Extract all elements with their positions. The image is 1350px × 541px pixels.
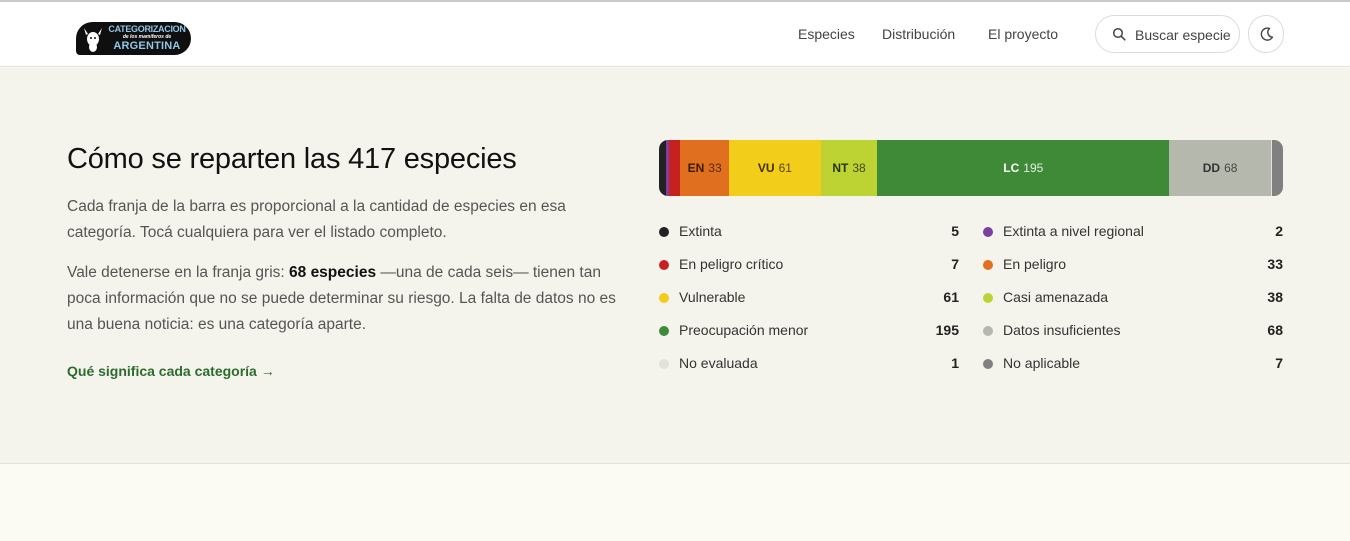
search-icon	[1112, 27, 1126, 41]
legend-item-ex[interactable]: Extinta 5	[659, 222, 959, 242]
intro-paragraph: Cada franja de la barra es proporcional …	[67, 198, 566, 241]
site-header: CATEGORIZACION de los mamíferos de ARGEN…	[0, 2, 1350, 67]
dd-count-highlight: 68 especies	[289, 264, 377, 281]
legend-label: Vulnerable	[679, 289, 746, 305]
bar-segment-count: 195	[1023, 161, 1044, 175]
legend-item-vu[interactable]: Vulnerable 61	[659, 288, 959, 308]
section-title: Cómo se reparten las 417 especies	[67, 143, 517, 175]
bar-segment-code: DD	[1202, 161, 1221, 175]
legend-label: Preocupación menor	[679, 322, 809, 338]
bar-segment-count: 68	[1224, 161, 1238, 175]
moon-icon	[1260, 27, 1274, 41]
legend-item-en[interactable]: En peligro 33	[983, 255, 1283, 275]
legend-label: En peligro crítico	[679, 256, 784, 272]
bar-segment-vu[interactable]: VU 61	[729, 140, 821, 196]
legend-item-nt[interactable]: Casi amenazada 38	[983, 288, 1283, 308]
legend-label: Datos insuficientes	[1003, 322, 1121, 338]
site-logo[interactable]: CATEGORIZACION de los mamíferos de ARGEN…	[76, 22, 191, 55]
legend-label: No aplicable	[1003, 355, 1081, 371]
legend-count: 5	[951, 223, 959, 239]
legend-count: 2	[1275, 223, 1283, 239]
legend-dot	[659, 293, 669, 303]
legend-count: 61	[943, 289, 959, 305]
legend-label: Extinta	[679, 223, 722, 239]
legend-count: 195	[935, 322, 959, 338]
category-stacked-bar: EN 33 VU 61 NT 38 LC 195 DD 68	[659, 140, 1283, 196]
legend-count: 1	[951, 355, 959, 371]
bar-segment-lc[interactable]: LC 195	[877, 140, 1170, 196]
bar-segment-code: VU	[757, 161, 775, 175]
data-deficient-paragraph: Vale detenerse en la franja gris: 68 esp…	[67, 260, 627, 338]
legend-label: En peligro	[1003, 256, 1067, 272]
dd-text-pre: Vale detenerse en la franja gris:	[67, 264, 290, 281]
bar-segment-count: 38	[852, 161, 866, 175]
bar-segment-cr[interactable]	[669, 140, 680, 196]
bar-segment-code: LC	[1003, 161, 1020, 175]
logo-line-1: CATEGORIZACION	[108, 24, 186, 34]
legend-count: 7	[951, 256, 959, 272]
bar-segment-na[interactable]	[1272, 140, 1283, 196]
legend-item-ne[interactable]: No evaluada 1	[659, 354, 959, 374]
legend-count: 7	[1275, 355, 1283, 371]
legend-label: Casi amenazada	[1003, 289, 1109, 305]
legend-count: 33	[1267, 256, 1283, 272]
legend-dot	[659, 359, 669, 369]
distribution-section: Cómo se reparten las 417 especies Cada f…	[0, 68, 1350, 464]
bar-segment-dd[interactable]: DD 68	[1169, 140, 1271, 196]
categories-meaning-link[interactable]: Qué significa cada categoría →	[67, 363, 275, 379]
legend-item-ew[interactable]: Extinta a nivel regional 2	[983, 222, 1283, 242]
legend-item-dd[interactable]: Datos insuficientes 68	[983, 321, 1283, 341]
legend-item-lc[interactable]: Preocupación menor 195	[659, 321, 959, 341]
search-button[interactable]: Buscar especie	[1095, 15, 1240, 53]
legend-dot	[659, 260, 669, 270]
legend-dot	[659, 227, 669, 237]
bar-segment-ex[interactable]	[659, 140, 667, 196]
bar-segment-count: 33	[708, 161, 722, 175]
legend-dot	[983, 260, 993, 270]
search-label: Buscar especie	[1135, 27, 1231, 43]
theme-toggle-button[interactable]	[1248, 15, 1284, 53]
legend-dot	[983, 359, 993, 369]
nav-especies[interactable]: Especies	[798, 26, 855, 42]
legend-item-na[interactable]: No aplicable 7	[983, 354, 1283, 374]
nav-distribucion[interactable]: Distribución	[882, 26, 955, 42]
legend-item-cr[interactable]: En peligro crítico 7	[659, 255, 959, 275]
bar-segment-code: EN	[687, 161, 705, 175]
legend-label: Extinta a nivel regional	[1003, 223, 1144, 239]
legend-label: No evaluada	[679, 355, 758, 371]
legend-dot	[983, 227, 993, 237]
bar-segment-count: 61	[778, 161, 792, 175]
legend-count: 68	[1267, 322, 1283, 338]
bar-segment-nt[interactable]: NT 38	[820, 140, 878, 196]
legend-dot	[659, 326, 669, 336]
legend-dot	[983, 293, 993, 303]
legend-count: 38	[1267, 289, 1283, 305]
logo-text: CATEGORIZACION de los mamíferos de ARGEN…	[106, 25, 188, 52]
bar-segment-code: NT	[832, 161, 849, 175]
bar-segment-en[interactable]: EN 33	[679, 140, 730, 196]
logo-line-3: ARGENTINA	[113, 40, 181, 52]
nav-el-proyecto[interactable]: El proyecto	[988, 26, 1058, 42]
legend-dot	[983, 326, 993, 336]
